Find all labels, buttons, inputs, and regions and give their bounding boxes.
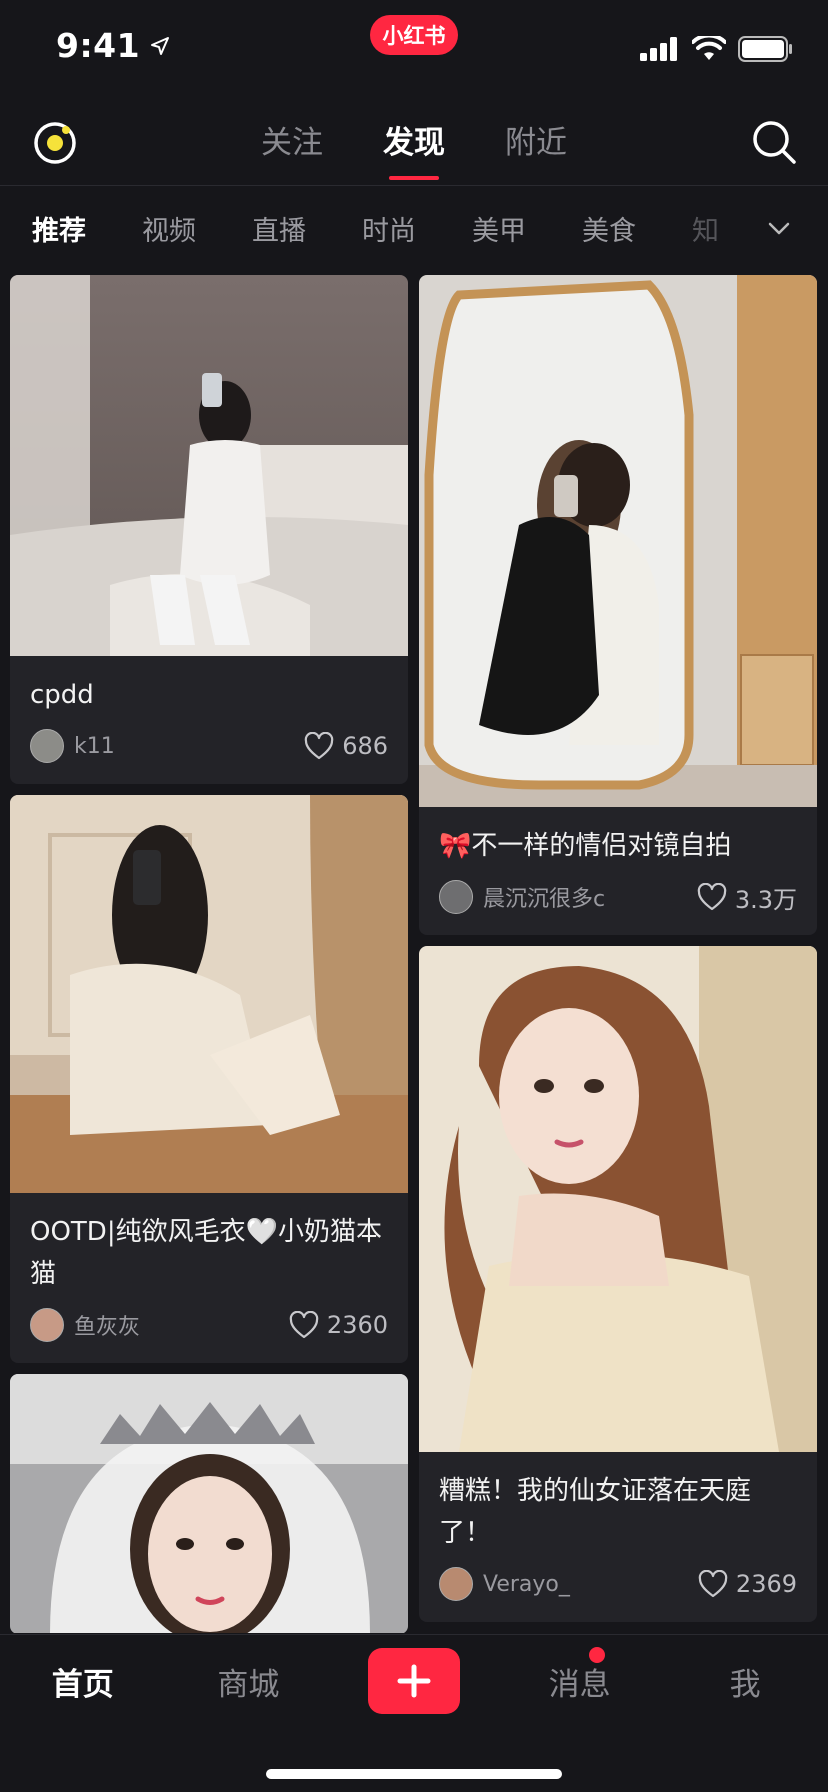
- category-live[interactable]: 直播: [252, 209, 306, 248]
- status-icons: [640, 36, 794, 62]
- note-meta: Verayo_ 2369: [439, 1564, 797, 1604]
- note-title: cpdd: [30, 680, 94, 710]
- tab-follow[interactable]: 关注: [261, 117, 323, 166]
- note-body: OOTD|纯欲风毛衣🤍小奶猫本猫 鱼灰灰 2360: [10, 1193, 408, 1363]
- likes[interactable]: 2369: [698, 1570, 797, 1598]
- tab-discover[interactable]: 发现: [383, 117, 445, 180]
- status-time-group: 9:41: [56, 26, 170, 65]
- category-knowledge[interactable]: 知: [692, 209, 719, 248]
- note-card[interactable]: 🎀不一样的情侣对镜自拍 晨沉沉很多c 3.3万: [419, 275, 817, 935]
- search-icon[interactable]: [750, 118, 798, 166]
- note-body: cpdd k11 686: [10, 656, 408, 784]
- author[interactable]: k11: [30, 729, 115, 763]
- note-meta: 晨沉沉很多c 3.3万: [439, 877, 797, 917]
- tab-me[interactable]: 我: [662, 1659, 828, 1704]
- tab-items: 首页 商城 消息 我: [0, 1635, 828, 1727]
- likes-count: 686: [342, 732, 388, 760]
- note-body: 糟糕！我的仙女证落在天庭了！ Verayo_ 2369: [419, 1452, 817, 1622]
- tab-mall[interactable]: 商城: [166, 1659, 332, 1704]
- note-cover-image[interactable]: [419, 275, 817, 807]
- category-list: 推荐 视频 直播 时尚 美甲 美食 知: [0, 209, 760, 248]
- tab-publish[interactable]: [331, 1648, 497, 1714]
- note-title: 糟糕！我的仙女证落在天庭了！: [439, 1476, 752, 1548]
- plus-icon: [397, 1664, 431, 1698]
- likes-count: 2369: [735, 1570, 797, 1598]
- screen: 9:41 小红书 关注 发现 附近 推荐 视频 直播 时尚 美甲 美食 知 cp…: [0, 0, 828, 1792]
- home-indicator: [266, 1769, 562, 1779]
- chevron-down-icon[interactable]: [766, 216, 792, 242]
- note-cover-image[interactable]: [419, 946, 817, 1452]
- top-tabs: 关注 发现 附近: [0, 96, 828, 186]
- heart-icon[interactable]: [697, 883, 727, 911]
- heart-icon[interactable]: [304, 732, 334, 760]
- category-nails[interactable]: 美甲: [472, 209, 526, 248]
- tab-home[interactable]: 首页: [0, 1659, 166, 1704]
- likes-count: 3.3万: [734, 885, 797, 914]
- author-name[interactable]: k11: [74, 734, 115, 759]
- note-card[interactable]: cpdd k11 686: [10, 275, 408, 784]
- feed: cpdd k11 686 OOTD|纯欲风毛衣🤍小奶猫本猫 鱼灰灰 2360 🎀…: [10, 275, 818, 1633]
- heart-icon[interactable]: [698, 1570, 728, 1598]
- tab-bar: 首页 商城 消息 我: [0, 1634, 828, 1792]
- note-meta: k11 686: [30, 726, 388, 766]
- app-badge: 小红书: [370, 15, 458, 55]
- publish-button[interactable]: [367, 1648, 460, 1714]
- avatar[interactable]: [439, 1567, 473, 1601]
- note-card[interactable]: 糟糕！我的仙女证落在天庭了！ Verayo_ 2369: [419, 946, 817, 1622]
- category-video[interactable]: 视频: [142, 209, 196, 248]
- note-cover-image[interactable]: [10, 275, 408, 656]
- note-title: 🎀不一样的情侣对镜自拍: [439, 831, 732, 861]
- author-name[interactable]: 晨沉沉很多c: [483, 881, 605, 913]
- note-cover-image[interactable]: [10, 795, 408, 1193]
- battery-icon: [738, 36, 792, 62]
- status-bar: 9:41 小红书: [0, 0, 828, 96]
- feed-column-right: 🎀不一样的情侣对镜自拍 晨沉沉很多c 3.3万 糟糕！我的仙女证落在天庭了！ V…: [419, 275, 817, 1633]
- author[interactable]: 鱼灰灰: [30, 1308, 140, 1342]
- author-name[interactable]: 鱼灰灰: [74, 1309, 140, 1341]
- likes[interactable]: 3.3万: [697, 880, 797, 915]
- feed-column-left: cpdd k11 686 OOTD|纯欲风毛衣🤍小奶猫本猫 鱼灰灰 2360: [10, 275, 408, 1633]
- avatar[interactable]: [439, 880, 473, 914]
- note-title: OOTD|纯欲风毛衣🤍小奶猫本猫: [30, 1217, 382, 1289]
- note-body: 🎀不一样的情侣对镜自拍 晨沉沉很多c 3.3万: [419, 807, 817, 935]
- author-name[interactable]: Verayo_: [483, 1572, 570, 1597]
- category-recommend[interactable]: 推荐: [32, 209, 86, 248]
- category-food[interactable]: 美食: [582, 209, 636, 248]
- avatar[interactable]: [30, 1308, 64, 1342]
- heart-icon[interactable]: [289, 1311, 319, 1339]
- likes-count: 2360: [326, 1311, 388, 1339]
- author[interactable]: 晨沉沉很多c: [439, 880, 605, 914]
- category-row: 推荐 视频 直播 时尚 美甲 美食 知: [0, 186, 828, 270]
- top-nav: 关注 发现 附近: [0, 96, 828, 186]
- tab-nearby[interactable]: 附近: [505, 117, 567, 166]
- location-arrow-icon: [151, 36, 170, 55]
- tab-messages[interactable]: 消息: [497, 1646, 663, 1704]
- note-meta: 鱼灰灰 2360: [30, 1305, 388, 1345]
- author[interactable]: Verayo_: [439, 1567, 570, 1601]
- likes[interactable]: 686: [304, 732, 388, 760]
- tab-messages-label: 消息: [548, 1666, 611, 1703]
- status-time: 9:41: [56, 26, 141, 65]
- note-cover-image[interactable]: [10, 1374, 408, 1633]
- likes[interactable]: 2360: [289, 1311, 388, 1339]
- notification-dot: [588, 1646, 605, 1663]
- cellular-signal-icon: [640, 37, 677, 61]
- category-fashion[interactable]: 时尚: [362, 209, 416, 248]
- wifi-icon: [692, 36, 726, 60]
- avatar[interactable]: [30, 729, 64, 763]
- note-card[interactable]: OOTD|纯欲风毛衣🤍小奶猫本猫 鱼灰灰 2360: [10, 795, 408, 1363]
- note-card[interactable]: [10, 1374, 408, 1633]
